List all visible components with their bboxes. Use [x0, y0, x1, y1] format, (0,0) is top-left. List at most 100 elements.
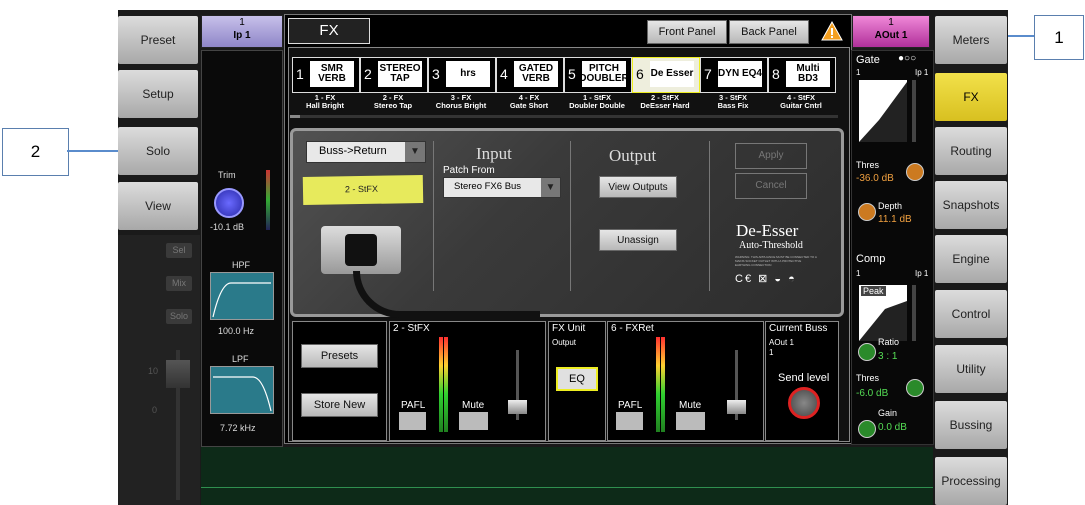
presets-button[interactable]: Presets	[301, 344, 378, 368]
nav-fx-button[interactable]: FX	[935, 73, 1007, 121]
apply-button[interactable]: Apply	[735, 143, 807, 169]
store-new-button[interactable]: Store New	[301, 393, 378, 417]
back-panel-button[interactable]: Back Panel	[729, 20, 809, 44]
fx-slot-label-preset: Guitar Cntrl	[780, 101, 822, 110]
comp-thres-label: Thres	[856, 373, 880, 383]
return-title: 6 - FXRet	[611, 323, 654, 334]
fx-slot-number: 8	[772, 66, 780, 82]
fx-slot-3[interactable]: 3 hrs	[428, 57, 496, 93]
solo-small-button[interactable]: Solo	[166, 309, 192, 324]
fx-slot-label-preset: Bass Fix	[717, 101, 749, 110]
send-pafl-button[interactable]	[399, 412, 426, 430]
hpf-graph[interactable]	[210, 272, 274, 320]
input-channel-header[interactable]: 1 Ip 1	[201, 15, 283, 48]
fx-slot-label: 2 - FX Stereo Tap	[359, 94, 427, 110]
nav-control-button[interactable]: Control	[935, 290, 1007, 338]
nav-meters-button[interactable]: Meters	[935, 16, 1007, 64]
back-panel: Buss->Return ▼ 2 - StFX Input Patch From…	[290, 128, 844, 318]
fx-slot-label-preset: DeEsser Hard	[640, 101, 690, 110]
fx-slot-2[interactable]: 2 STEREO TAP	[360, 57, 428, 93]
gate-thres-value: -36.0 dB	[856, 173, 894, 184]
fx-slot-logo: PITCH DOUBLER	[579, 61, 629, 87]
gate-curve-icon	[859, 82, 907, 142]
patch-from-select[interactable]: Stereo FX6 Bus ▼	[443, 177, 561, 198]
send-fader-knob[interactable]	[508, 400, 527, 414]
input-title: Input	[476, 144, 512, 163]
divider-3	[709, 141, 710, 291]
nav-solo-button[interactable]: Solo	[118, 127, 198, 175]
fx-slot-label-preset: Chorus Bright	[435, 101, 487, 110]
send-mute-label: Mute	[462, 400, 485, 411]
nav-processing-button[interactable]: Processing	[935, 457, 1007, 505]
comp-graph[interactable]: Peak	[859, 285, 907, 341]
trim-meter	[266, 170, 270, 230]
gate-thres-knob[interactable]	[906, 163, 924, 181]
fx-slot-6[interactable]: 6 De Esser	[632, 57, 700, 93]
nav-setup-button[interactable]: Setup	[118, 70, 198, 118]
fader-knob[interactable]	[166, 360, 190, 388]
fx-slot-4[interactable]: 4 GATED VERB	[496, 57, 564, 93]
nav-routing-button[interactable]: Routing	[935, 127, 1007, 175]
trim-value: -10.1 dB	[210, 222, 245, 232]
gate-ip: Ip 1	[915, 68, 929, 77]
view-outputs-button[interactable]: View Outputs	[599, 176, 677, 198]
fx-slot-5[interactable]: 5 PITCH DOUBLER	[564, 57, 632, 93]
fader-scale-0: 0	[152, 405, 158, 415]
cancel-button[interactable]: Cancel	[735, 173, 807, 199]
trim-knob[interactable]	[214, 188, 244, 218]
comp-channel: 1	[856, 269, 861, 278]
gate-graph[interactable]	[859, 80, 907, 142]
send-level-knob[interactable]	[788, 387, 820, 419]
mix-button[interactable]: Mix	[166, 276, 192, 291]
current-buss-label: Current Buss	[769, 323, 828, 334]
comp-thres-knob[interactable]	[906, 379, 924, 397]
hpf-label: HPF	[232, 260, 250, 270]
depth-knob[interactable]	[858, 203, 876, 221]
gain-knob[interactable]	[858, 420, 876, 438]
fx-slot-number: 2	[364, 66, 372, 82]
callout-1: 1	[1034, 15, 1084, 60]
front-panel-button[interactable]: Front Panel	[647, 20, 727, 44]
power-cable	[353, 271, 540, 318]
return-mute-button[interactable]	[676, 412, 705, 430]
return-fader-knob[interactable]	[727, 400, 746, 414]
fx-slot-label: 3 - FX Chorus Bright	[427, 94, 495, 110]
output-channel-name: AOut 1	[874, 30, 908, 41]
gate-channel: 1	[856, 68, 861, 77]
fx-slot-1[interactable]: 1 SMR VERB	[292, 57, 360, 93]
gain-label: Gain	[878, 408, 898, 418]
nav-snapshots-button[interactable]: Snapshots	[935, 181, 1007, 229]
device-subtitle: Auto-Threshold	[739, 240, 803, 251]
device-warning: WARNING: THIS APPLIANCE MUST BE CONNECTE…	[735, 255, 817, 267]
ratio-label: Ratio	[878, 337, 900, 347]
comp-label: Comp	[856, 253, 886, 265]
callout-2: 2	[2, 128, 69, 176]
fader-scale-10: 10	[148, 366, 159, 376]
ratio-value: 3 : 1	[878, 351, 898, 362]
mode-select[interactable]: Buss->Return ▼	[306, 141, 426, 163]
send-meter-left	[439, 337, 443, 432]
nav-engine-button[interactable]: Engine	[935, 235, 1007, 283]
nav-view-button[interactable]: View	[118, 182, 198, 230]
output-channel-header[interactable]: 1 AOut 1	[852, 15, 930, 48]
nav-preset-button[interactable]: Preset	[118, 16, 198, 64]
unassign-button[interactable]: Unassign	[599, 229, 677, 251]
fx-slot-8[interactable]: 8 Multi BD3	[768, 57, 836, 93]
hpf-value: 100.0 Hz	[218, 326, 255, 336]
device-name: De-Esser	[736, 221, 799, 240]
fx-slot-label: 2 - StFX DeEsser Hard	[631, 94, 699, 110]
output-channel-number: 1	[888, 17, 894, 28]
divider-1	[433, 141, 434, 291]
return-pafl-button[interactable]	[616, 412, 643, 430]
lpf-graph[interactable]	[210, 366, 274, 414]
sel-button[interactable]: Sel	[166, 243, 192, 258]
ratio-knob[interactable]	[858, 343, 876, 361]
fx-slot-label: 3 - StFX Bass Fix	[699, 94, 767, 110]
nav-bussing-button[interactable]: Bussing	[935, 401, 1007, 449]
fx-slot-7[interactable]: 7 DYN EQ4	[700, 57, 768, 93]
fx-slots-scrollbar[interactable]	[290, 115, 838, 118]
send-mute-button[interactable]	[459, 412, 488, 430]
eq-button[interactable]: EQ	[556, 367, 598, 391]
nav-utility-button[interactable]: Utility	[935, 345, 1007, 393]
output-title: Output	[609, 146, 657, 165]
